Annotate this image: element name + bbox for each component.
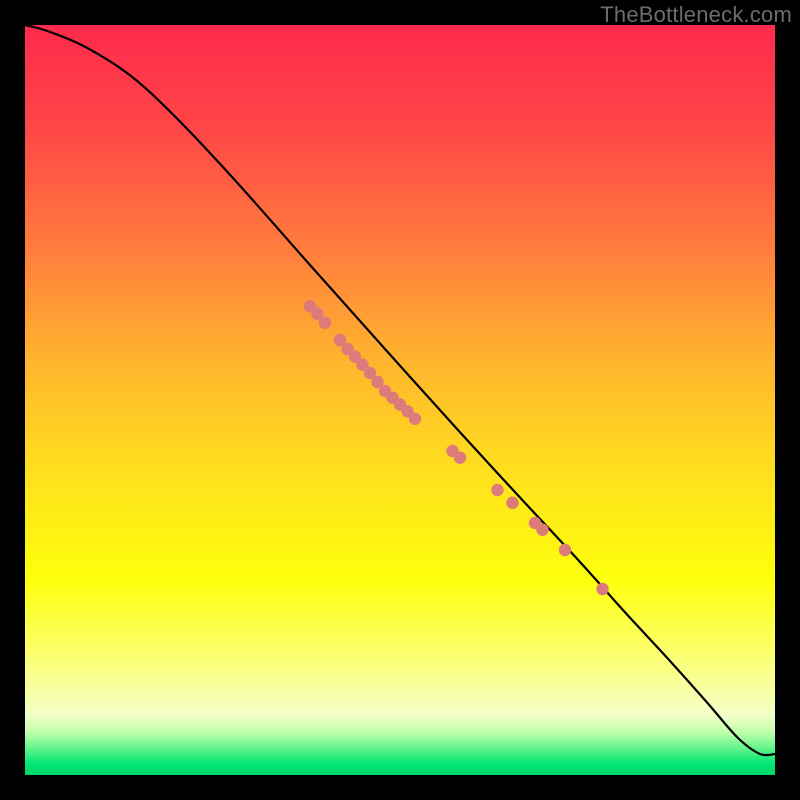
chart-svg — [25, 25, 775, 775]
chart-marker — [559, 544, 571, 556]
chart-marker — [596, 583, 608, 595]
chart-marker — [536, 524, 548, 536]
chart-marker — [491, 484, 503, 496]
chart-marker — [409, 413, 421, 425]
chart-marker — [506, 497, 518, 509]
chart-marker — [319, 317, 331, 329]
chart-marker — [454, 452, 466, 464]
chart-plot — [25, 25, 775, 775]
chart-stage: TheBottleneck.com — [0, 0, 800, 800]
